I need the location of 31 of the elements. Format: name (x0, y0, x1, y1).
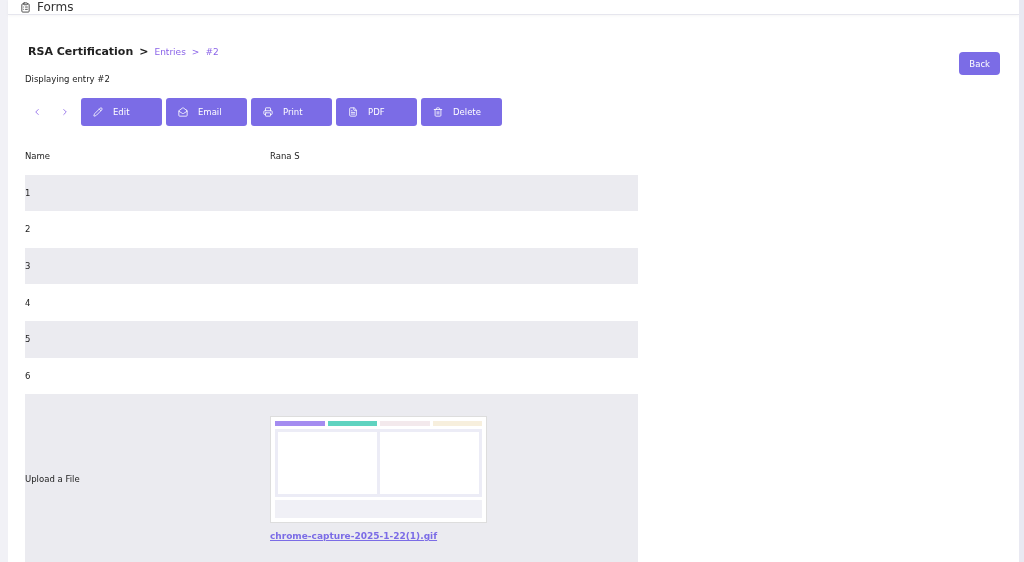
field-label: 1 (25, 187, 32, 198)
document-icon (348, 107, 358, 117)
field-label: 3 (25, 261, 32, 272)
field-label: 4 (25, 297, 32, 308)
page-title: Forms (37, 0, 74, 14)
field-value: Rana S (270, 151, 300, 162)
trash-icon (433, 107, 443, 117)
form-title: RSA Certification (28, 45, 134, 58)
field-label: Upload a File (25, 473, 81, 484)
delete-button[interactable]: Delete (421, 98, 502, 126)
printer-icon (263, 107, 273, 117)
field-label: 5 (25, 334, 32, 345)
entry-subtitle: Displaying entry #2 (25, 74, 111, 84)
edit-button[interactable]: Edit (81, 98, 162, 126)
breadcrumb-item: > (191, 46, 200, 57)
chevron-right-icon (60, 107, 70, 117)
breadcrumb-separator: > (139, 45, 149, 58)
field-label: 6 (25, 370, 32, 381)
envelope-icon (178, 107, 188, 117)
pencil-icon (93, 107, 103, 117)
pdf-button[interactable]: PDF (336, 98, 417, 126)
back-button[interactable]: Back (959, 52, 1000, 75)
clipboard-icon (20, 1, 31, 13)
chevron-left-icon (32, 107, 42, 117)
breadcrumb-item: #2 (205, 46, 219, 57)
breadcrumb-link[interactable]: Entries (154, 46, 186, 57)
file-link[interactable]: chrome-capture-2025-1-22(1).gif (270, 531, 487, 542)
field-label: Name (25, 151, 52, 162)
field-label: 2 (25, 224, 32, 235)
email-button[interactable]: Email (166, 98, 247, 126)
print-button[interactable]: Print (251, 98, 332, 126)
